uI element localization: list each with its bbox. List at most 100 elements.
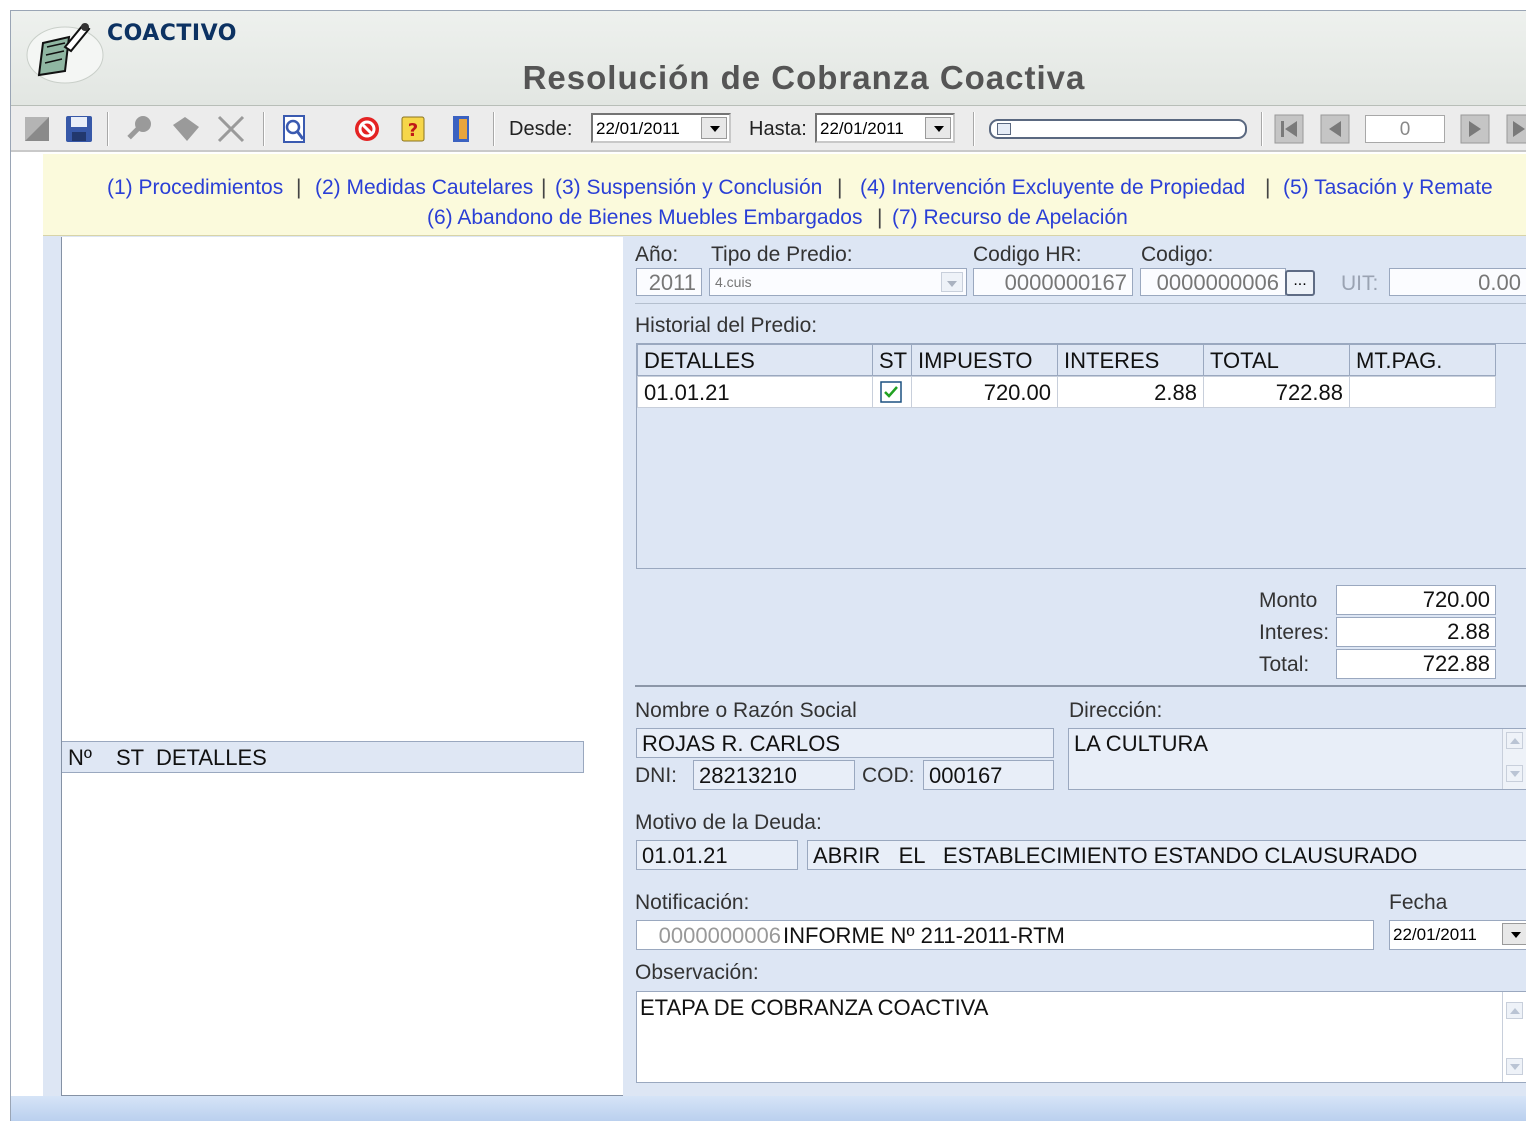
cell-impuesto[interactable]: 720.00: [911, 376, 1058, 408]
monto-label: Monto: [1259, 589, 1318, 612]
cod-label: COD:: [862, 764, 915, 787]
tipo-predio-dropdown-button[interactable]: [941, 272, 963, 292]
scroll-up-icon[interactable]: [1506, 732, 1523, 749]
nombre-label: Nombre o Razón Social: [635, 699, 857, 722]
interes-field[interactable]: 2.88: [1336, 617, 1496, 647]
link-intervencion-excluyente[interactable]: (4) Intervención Excluyente de Propiedad: [860, 176, 1245, 200]
col-total[interactable]: TOTAL: [1203, 344, 1350, 376]
previous-record-icon[interactable]: [1319, 113, 1351, 145]
last-record-icon[interactable]: [1505, 113, 1526, 145]
dni-label: DNI:: [635, 764, 677, 787]
codigo-field[interactable]: 0000000006: [1140, 268, 1286, 296]
historial-label: Historial del Predio:: [635, 314, 818, 337]
record-number-field[interactable]: 0: [1365, 115, 1445, 143]
fecha-label: Fecha: [1389, 891, 1448, 914]
col-st[interactable]: ST: [872, 344, 912, 376]
col-interes[interactable]: INTERES: [1057, 344, 1204, 376]
tipo-predio-label: Tipo de Predio:: [711, 243, 853, 266]
fecha-dropdown-button[interactable]: [1502, 923, 1526, 945]
save-icon[interactable]: [63, 113, 95, 145]
exit-icon[interactable]: [445, 113, 477, 145]
status-bar: [11, 1096, 1526, 1121]
header-detalles: DETALLES: [156, 745, 267, 770]
fecha-date-picker[interactable]: 22/01/2011: [1389, 920, 1526, 950]
motivo-codigo-field[interactable]: 01.01.21: [636, 840, 798, 870]
scroll-down-icon[interactable]: [1506, 765, 1523, 782]
records-list-panel[interactable]: Nº ST DETALLES: [61, 237, 623, 1096]
form-title: Resolución de Cobranza Coactiva: [522, 59, 1086, 96]
toolbar-separator: [107, 112, 109, 146]
observacion-textarea[interactable]: ETAPA DE COBRANZA COACTIVA: [636, 991, 1526, 1083]
next-record-icon[interactable]: [1459, 113, 1491, 145]
scroll-down-icon[interactable]: [1506, 1058, 1523, 1075]
link-recurso-apelacion[interactable]: (7) Recurso de Apelación: [892, 206, 1128, 230]
col-mt-pag[interactable]: MT.PAG.: [1349, 344, 1496, 376]
cod-field[interactable]: 000167: [923, 760, 1054, 790]
desde-dropdown-button[interactable]: [701, 117, 727, 139]
toolbar-separator: [263, 112, 265, 146]
search-icon[interactable]: [123, 113, 155, 145]
cell-interes[interactable]: 2.88: [1057, 376, 1204, 408]
uit-label: UIT:: [1341, 272, 1379, 295]
svg-text:?: ?: [408, 120, 418, 141]
procedure-links-bar: (1) Procedimientos | (2) Medidas Cautela…: [43, 154, 1526, 236]
delete-icon[interactable]: [215, 113, 247, 145]
toolbar-separator: [973, 112, 975, 146]
preview-icon[interactable]: [279, 113, 311, 145]
hasta-dropdown-button[interactable]: [925, 117, 951, 139]
divider: [635, 303, 1526, 304]
cell-total[interactable]: 722.88: [1203, 376, 1350, 408]
record-slider[interactable]: [989, 119, 1247, 139]
motivo-label: Motivo de la Deuda:: [635, 811, 822, 834]
uit-field[interactable]: 0.00: [1389, 268, 1526, 296]
app-title: COACTIVO: [107, 21, 237, 46]
link-divider: |: [296, 176, 302, 199]
codigo-lookup-button[interactable]: ...: [1285, 270, 1315, 296]
cell-mt-pag[interactable]: [1349, 376, 1496, 408]
col-detalles[interactable]: DETALLES: [637, 344, 873, 376]
link-suspension-conclusion[interactable]: (3) Suspensión y Conclusión: [555, 176, 822, 200]
nombre-field[interactable]: ROJAS R. CARLOS: [636, 728, 1054, 758]
first-record-icon[interactable]: [1273, 113, 1305, 145]
link-tasacion-remate[interactable]: (5) Tasación y Remate: [1283, 176, 1493, 200]
anio-label: Año:: [635, 243, 679, 266]
observacion-scrollbar[interactable]: [1502, 992, 1526, 1082]
link-abandono-bienes[interactable]: (6) Abandono de Bienes Muebles Embargado…: [427, 206, 862, 230]
hasta-date-picker[interactable]: 22/01/2011: [815, 113, 955, 143]
interes-label: Interes:: [1259, 621, 1330, 644]
monto-field[interactable]: 720.00: [1336, 585, 1496, 615]
toolbar-separator: [1261, 112, 1263, 146]
total-field[interactable]: 722.88: [1336, 649, 1496, 679]
help-icon[interactable]: ?: [397, 113, 429, 145]
cell-st[interactable]: [872, 376, 912, 408]
desde-date-picker[interactable]: 22/01/2011: [591, 113, 731, 143]
anio-field[interactable]: 2011: [636, 268, 702, 296]
scroll-up-icon[interactable]: [1506, 1002, 1523, 1019]
link-procedimientos[interactable]: (1) Procedimientos: [107, 176, 283, 200]
dni-field[interactable]: 28213210: [693, 760, 855, 790]
tipo-predio-select[interactable]: 4.cuis: [709, 268, 967, 296]
notificacion-field[interactable]: 0000000006INFORME Nº 211-2011-RTM: [636, 920, 1374, 950]
link-divider: |: [877, 206, 883, 229]
hasta-date-value: 22/01/2011: [820, 119, 904, 138]
col-impuesto[interactable]: IMPUESTO: [911, 344, 1058, 376]
notificacion-label: Notificación:: [635, 891, 750, 914]
link-medidas-cautelares[interactable]: (2) Medidas Cautelares: [315, 176, 533, 200]
new-icon[interactable]: [21, 113, 53, 145]
checked-checkbox-icon[interactable]: [880, 381, 902, 403]
cancel-icon[interactable]: [351, 113, 383, 145]
form-header: COACTIVO Resolución de Cobranza Coactiva: [11, 11, 1526, 106]
direccion-field[interactable]: LA CULTURA: [1068, 728, 1526, 790]
fecha-value: 22/01/2011: [1393, 925, 1477, 944]
tag-icon[interactable]: [169, 113, 201, 145]
codigo-label: Codigo:: [1141, 243, 1214, 266]
slider-thumb[interactable]: [997, 123, 1011, 135]
link-divider: |: [541, 176, 547, 199]
hasta-label: Hasta:: [749, 118, 807, 140]
codigo-hr-field[interactable]: 0000000167: [973, 268, 1133, 296]
app-window: COACTIVO Resolución de Cobranza Coactiva…: [10, 10, 1526, 1121]
motivo-descripcion-field[interactable]: ABRIR EL ESTABLECIMIENTO ESTANDO CLAUSUR…: [807, 840, 1526, 870]
desde-label: Desde:: [509, 118, 573, 140]
direccion-scrollbar[interactable]: [1502, 729, 1526, 789]
cell-detalles[interactable]: 01.01.21: [637, 376, 873, 408]
